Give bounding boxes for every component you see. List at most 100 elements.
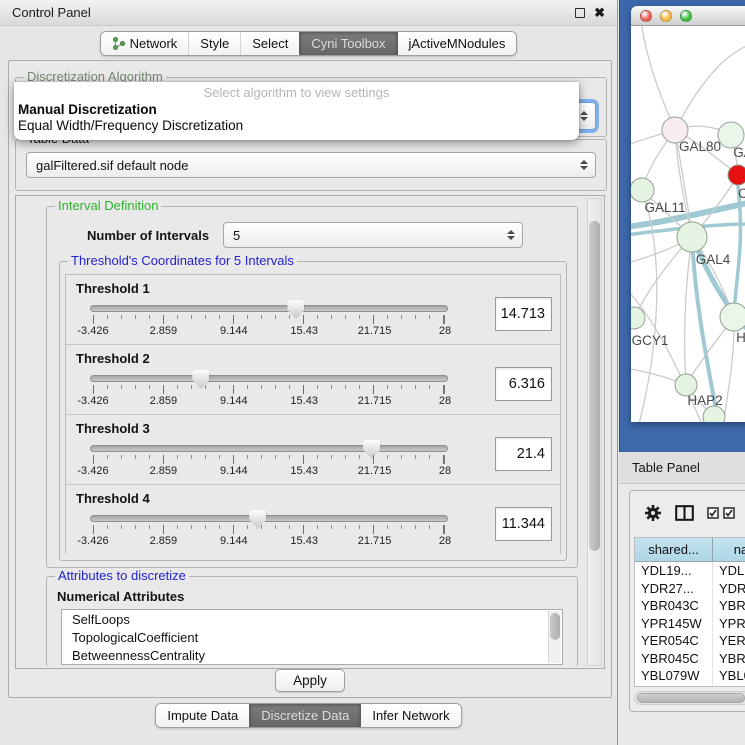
checked-checkbox-icon[interactable] — [723, 507, 735, 519]
table-panel-titlebar: Table Panel — [619, 452, 745, 484]
list-scrollbar-thumb[interactable] — [550, 613, 560, 640]
table-row[interactable]: YDL19...YDL19 — [635, 562, 745, 580]
slider-track[interactable] — [90, 305, 448, 312]
scale-label: 9.144 — [220, 535, 248, 547]
table-row[interactable]: YDR27...YDR27 — [635, 580, 745, 598]
bottom-tab-group: Impute DataDiscretize Data Infer Network — [155, 703, 461, 728]
tab-label: Infer Network — [372, 708, 449, 723]
cell-shared-name: YBR043C — [635, 597, 713, 615]
threshold-value-field[interactable]: 6.316 — [495, 367, 552, 401]
table-data-group: Table Data galFiltered.sif default node — [15, 139, 607, 191]
table-row[interactable]: YPR145WYPR14 — [635, 615, 745, 633]
network-edge — [641, 26, 675, 130]
threshold-row: Threshold 4-3.4262.8599.14415.4321.71528… — [66, 485, 560, 555]
threshold-value-field[interactable]: 21.4 — [495, 437, 552, 471]
attribute-list-item[interactable]: BetweennessCentrality — [62, 646, 562, 664]
column-header-name[interactable]: name — [713, 538, 745, 561]
slider-scale: -3.4262.8599.14415.4321.71528 — [93, 465, 445, 478]
tab-impute-data[interactable]: Impute Data — [156, 704, 249, 727]
threshold-row: Threshold 1-3.4262.8599.14415.4321.71528… — [66, 275, 560, 345]
close-icon[interactable]: ✖ — [594, 8, 605, 18]
threshold-slider[interactable]: -3.4262.8599.14415.4321.71528 — [90, 515, 448, 548]
network-node[interactable] — [720, 303, 745, 331]
close-traffic-light-icon[interactable] — [640, 10, 652, 22]
table-row[interactable]: YBR045CYBR04 — [635, 650, 745, 668]
split-columns-icon[interactable] — [675, 505, 694, 521]
tab-select[interactable]: Select — [240, 32, 299, 55]
network-node-label: C — [738, 186, 745, 201]
table-data-combobox[interactable]: galFiltered.sif default node — [26, 152, 596, 178]
control-panel: Control Panel ✖ Network StyleSelectCyni T… — [0, 0, 618, 745]
settings-scrollbar[interactable] — [587, 198, 602, 666]
tab-cyni-toolbox[interactable]: Cyni Toolbox — [299, 32, 396, 55]
numerical-attributes-list[interactable]: SelfLoopsTopologicalCoefficientBetweenne… — [61, 609, 563, 665]
scale-label: 28 — [439, 395, 451, 407]
attributes-group-title: Attributes to discretize — [55, 569, 189, 583]
network-icon — [112, 37, 125, 50]
scale-label: -3.426 — [77, 535, 108, 547]
control-panel-titlebar: Control Panel ✖ — [0, 0, 617, 26]
gear-icon[interactable] — [644, 504, 662, 522]
threshold-value-field[interactable]: 14.713 — [495, 297, 552, 331]
threshold-value-field[interactable]: 11.344 — [495, 507, 552, 541]
table-row[interactable]: YBL079WYBL07 — [635, 667, 745, 685]
network-canvas[interactable]: GAL80GACGAL11GAL4GCY1HHAP2 — [631, 26, 745, 422]
slider-ticks — [93, 525, 445, 534]
cell-shared-name: YDR27... — [635, 580, 713, 598]
tab-network[interactable]: Network — [101, 32, 189, 55]
threshold-slider[interactable]: -3.4262.8599.14415.4321.71528 — [90, 375, 448, 408]
network-node[interactable] — [631, 178, 654, 202]
slider-scale: -3.4262.8599.14415.4321.71528 — [93, 535, 445, 548]
threshold-row: Threshold 2-3.4262.8599.14415.4321.71528… — [66, 345, 560, 415]
table-row[interactable]: YLR345WYLR34 — [635, 685, 745, 688]
minimize-traffic-light-icon[interactable] — [660, 10, 672, 22]
scale-label: 28 — [439, 325, 451, 337]
network-node-label: GAL11 — [644, 200, 685, 215]
numerical-attributes-label: Numerical Attributes — [57, 589, 184, 604]
settings-scrollbar-thumb[interactable] — [589, 221, 600, 551]
network-node-label: GCY1 — [632, 333, 669, 348]
number-of-intervals-combobox[interactable]: 5 — [223, 222, 523, 248]
apply-button[interactable]: Apply — [275, 669, 345, 692]
cell-shared-name: YPR145W — [635, 615, 713, 633]
slider-track[interactable] — [90, 515, 448, 522]
tab-infer-network[interactable]: Infer Network — [360, 704, 460, 727]
thresholds-container: Threshold 1-3.4262.8599.14415.4321.71528… — [65, 274, 561, 554]
tab-label: Network — [130, 36, 178, 51]
table-row[interactable]: YBR043CYBR04 — [635, 597, 745, 615]
attribute-list-item[interactable]: SelfLoops — [62, 610, 562, 628]
slider-ticks — [93, 315, 445, 324]
node-table: shared... name YDL19...YDL19YDR27...YDR2… — [634, 537, 745, 687]
list-scrollbar[interactable] — [548, 611, 561, 663]
tab-discretize-data[interactable]: Discretize Data — [249, 704, 360, 727]
table-hscrollbar[interactable] — [634, 691, 745, 705]
table-row[interactable]: YER054CYER05 — [635, 632, 745, 650]
attribute-list-item[interactable]: TopologicalCoefficient — [62, 628, 562, 646]
combo-stepper-icon — [580, 160, 588, 170]
checked-checkbox-icon[interactable] — [707, 507, 719, 519]
popup-placeholder-item[interactable]: Select algorithm to view settings — [14, 85, 579, 102]
apply-row: Apply — [9, 669, 611, 692]
network-node[interactable] — [728, 165, 745, 185]
scale-label: -3.426 — [77, 465, 108, 477]
slider-track[interactable] — [90, 375, 448, 382]
cell-shared-name: YER054C — [635, 632, 713, 650]
tab-style[interactable]: Style — [188, 32, 240, 55]
threshold-slider[interactable]: -3.4262.8599.14415.4321.71528 — [90, 445, 448, 478]
slider-track[interactable] — [90, 445, 448, 452]
table-hscrollbar-thumb[interactable] — [637, 693, 745, 703]
threshold-slider[interactable]: -3.4262.8599.14415.4321.71528 — [90, 305, 448, 338]
float-window-icon[interactable] — [575, 8, 585, 18]
popup-option-equal-width[interactable]: Equal Width/Frequency Discretization — [14, 118, 579, 134]
thresholds-group: Threshold's Coordinates for 5 Intervals … — [59, 261, 567, 561]
column-header-shared-name[interactable]: shared... — [635, 538, 713, 561]
tab-jactivemnodules[interactable]: jActiveMNodules — [397, 32, 517, 55]
zoom-traffic-light-icon[interactable] — [680, 10, 692, 22]
scale-label: 21.715 — [358, 395, 392, 407]
popup-option-manual[interactable]: Manual Discretization — [14, 102, 579, 118]
scale-label: 21.715 — [358, 465, 392, 477]
scale-label: 15.43 — [290, 465, 318, 477]
network-node[interactable] — [677, 222, 707, 252]
threshold-label: Threshold 2 — [76, 351, 150, 366]
network-node-label: GAL4 — [696, 252, 731, 267]
